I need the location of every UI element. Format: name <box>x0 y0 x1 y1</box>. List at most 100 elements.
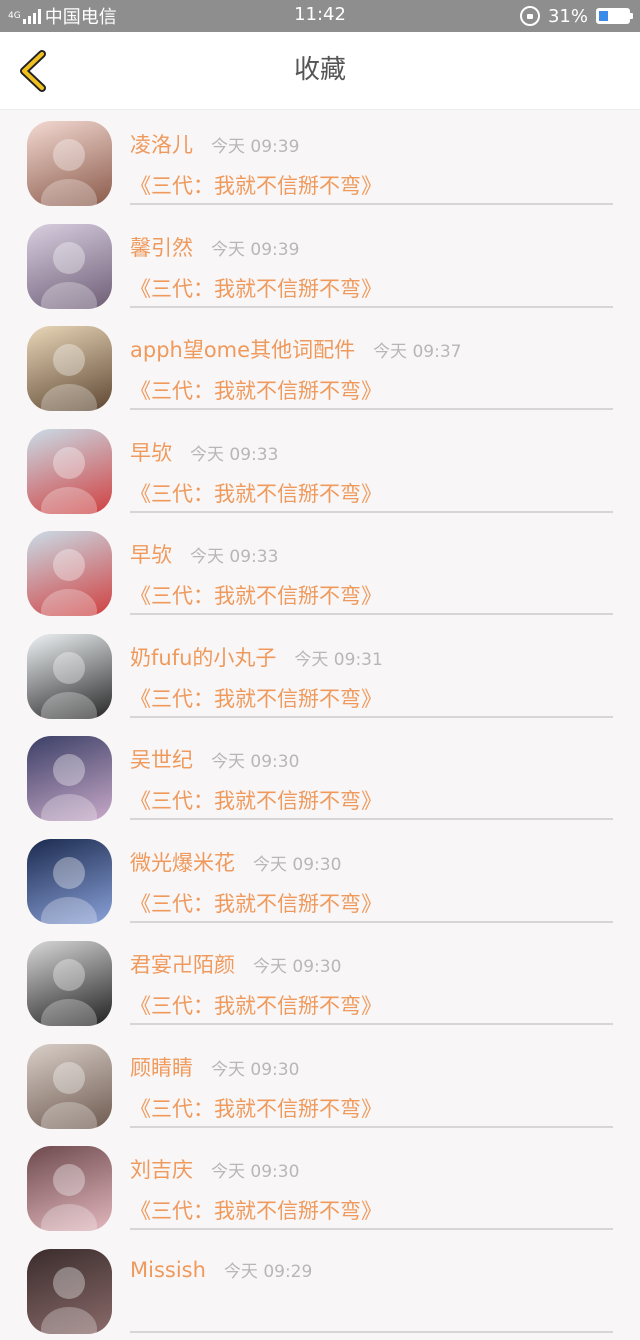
avatar[interactable] <box>27 326 112 411</box>
avatar[interactable] <box>27 224 112 309</box>
work-title[interactable]: 《三代：我就不信掰不弯》 <box>130 785 382 815</box>
avatar[interactable] <box>27 121 112 206</box>
avatar[interactable] <box>27 1044 112 1129</box>
divider <box>130 306 613 308</box>
list-item[interactable]: 微光爆米花今天 09:30 《三代：我就不信掰不弯》 <box>0 828 640 931</box>
list-item[interactable]: apph望ome其他词配件今天 09:37 《三代：我就不信掰不弯》 <box>0 315 640 418</box>
work-title[interactable]: 《三代：我就不信掰不弯》 <box>130 683 382 713</box>
divider <box>130 921 613 923</box>
timestamp: 今天 09:31 <box>294 645 382 670</box>
list-item[interactable]: 馨引然今天 09:39 《三代：我就不信掰不弯》 <box>0 213 640 316</box>
avatar-photo-icon <box>27 941 112 1026</box>
user-name[interactable]: 微光爆米花 <box>130 847 235 877</box>
top-bar: 收藏 <box>0 32 640 110</box>
timestamp: 今天 09:39 <box>211 235 299 260</box>
divider <box>130 1228 613 1230</box>
work-title[interactable]: 《三代：我就不信掰不弯》 <box>130 1195 382 1225</box>
item-meta: 奶fufu的小丸子今天 09:31 <box>130 642 383 672</box>
work-title[interactable]: 《三代：我就不信掰不弯》 <box>130 888 382 918</box>
avatar-photo-icon <box>27 1146 112 1231</box>
user-name[interactable]: 君宴卍陌颜 <box>130 949 235 979</box>
timestamp: 今天 09:30 <box>253 850 341 875</box>
timestamp: 今天 09:29 <box>224 1257 312 1282</box>
divider <box>130 613 613 615</box>
rotation-lock-icon <box>520 6 540 26</box>
avatar[interactable] <box>27 429 112 514</box>
work-title[interactable]: 《三代：我就不信掰不弯》 <box>130 1093 382 1123</box>
timestamp: 今天 09:39 <box>211 132 299 157</box>
work-title[interactable]: 《三代：我就不信掰不弯》 <box>130 170 382 200</box>
timestamp: 今天 09:30 <box>211 1157 299 1182</box>
user-name[interactable]: Missish <box>130 1258 206 1282</box>
item-meta: 顾睛睛今天 09:30 <box>130 1052 299 1082</box>
list-item[interactable]: 早欤今天 09:33 《三代：我就不信掰不弯》 <box>0 520 640 623</box>
avatar[interactable] <box>27 839 112 924</box>
item-meta: 刘吉庆今天 09:30 <box>130 1154 299 1184</box>
user-name[interactable]: 吴世纪 <box>130 744 193 774</box>
divider <box>130 408 613 410</box>
avatar[interactable] <box>27 634 112 719</box>
battery-level <box>599 11 608 21</box>
avatar[interactable] <box>27 941 112 1026</box>
avatar-photo-icon <box>27 429 112 514</box>
avatar-photo-icon <box>27 1044 112 1129</box>
list-item[interactable]: 君宴卍陌颜今天 09:30 《三代：我就不信掰不弯》 <box>0 930 640 1033</box>
divider <box>130 1331 613 1333</box>
divider <box>130 511 613 513</box>
list-item[interactable]: Missish 今天 09:29 <box>0 1238 640 1340</box>
list-item[interactable]: 凌洛儿今天 09:39 《三代：我就不信掰不弯》 <box>0 110 640 213</box>
divider <box>130 1126 613 1128</box>
item-meta: 君宴卍陌颜今天 09:30 <box>130 949 341 979</box>
timestamp: 今天 09:33 <box>190 542 278 567</box>
divider <box>130 716 613 718</box>
item-meta: 凌洛儿今天 09:39 <box>130 129 299 159</box>
item-meta: 微光爆米花今天 09:30 <box>130 847 341 877</box>
avatar-photo-icon <box>27 736 112 821</box>
divider <box>130 1023 613 1025</box>
avatar-photo-icon <box>27 634 112 719</box>
avatar-photo-icon <box>27 531 112 616</box>
work-title[interactable]: 《三代：我就不信掰不弯》 <box>130 990 382 1020</box>
favorites-list: 凌洛儿今天 09:39《三代：我就不信掰不弯》馨引然今天 09:39《三代：我就… <box>0 110 640 1340</box>
avatar[interactable] <box>27 736 112 821</box>
avatar-photo-icon <box>27 839 112 924</box>
work-title[interactable]: 《三代：我就不信掰不弯》 <box>130 273 382 303</box>
user-name[interactable]: 刘吉庆 <box>130 1154 193 1184</box>
user-name[interactable]: 馨引然 <box>130 232 193 262</box>
battery-percent: 31% <box>548 6 588 27</box>
item-meta: 早欤今天 09:33 <box>130 539 278 569</box>
divider <box>130 203 613 205</box>
avatar-photo-icon <box>27 326 112 411</box>
avatar[interactable] <box>27 531 112 616</box>
user-name[interactable]: 奶fufu的小丸子 <box>130 642 276 672</box>
battery-icon <box>596 8 630 24</box>
list-item[interactable]: 奶fufu的小丸子今天 09:31 《三代：我就不信掰不弯》 <box>0 623 640 726</box>
divider <box>130 818 613 820</box>
avatar-photo-icon <box>27 121 112 206</box>
list-item[interactable]: 吴世纪今天 09:30 《三代：我就不信掰不弯》 <box>0 725 640 828</box>
user-name[interactable]: 顾睛睛 <box>130 1052 193 1082</box>
status-bar: 4G 中国电信 11:42 31% <box>0 0 640 32</box>
avatar[interactable] <box>27 1249 112 1334</box>
work-title[interactable]: 《三代：我就不信掰不弯》 <box>130 580 382 610</box>
timestamp: 今天 09:30 <box>211 747 299 772</box>
list-item[interactable]: 刘吉庆今天 09:30 《三代：我就不信掰不弯》 <box>0 1135 640 1238</box>
item-meta: Missish 今天 09:29 <box>130 1257 312 1287</box>
timestamp: 今天 09:33 <box>190 440 278 465</box>
list-item[interactable]: 早欤今天 09:33 《三代：我就不信掰不弯》 <box>0 418 640 521</box>
user-name[interactable]: 凌洛儿 <box>130 129 193 159</box>
list-item[interactable]: 顾睛睛今天 09:30 《三代：我就不信掰不弯》 <box>0 1033 640 1136</box>
page-title: 收藏 <box>0 32 640 109</box>
avatar-photo-icon <box>27 1249 112 1334</box>
work-title[interactable]: 《三代：我就不信掰不弯》 <box>130 478 382 508</box>
user-name[interactable]: 早欤 <box>130 437 172 467</box>
work-title[interactable]: 《三代：我就不信掰不弯》 <box>130 375 382 405</box>
user-name[interactable]: apph望ome其他词配件 <box>130 334 355 364</box>
item-meta: 吴世纪今天 09:30 <box>130 744 299 774</box>
item-meta: 早欤今天 09:33 <box>130 437 278 467</box>
avatar-photo-icon <box>27 224 112 309</box>
timestamp: 今天 09:37 <box>373 337 461 362</box>
timestamp: 今天 09:30 <box>211 1055 299 1080</box>
user-name[interactable]: 早欤 <box>130 539 172 569</box>
avatar[interactable] <box>27 1146 112 1231</box>
